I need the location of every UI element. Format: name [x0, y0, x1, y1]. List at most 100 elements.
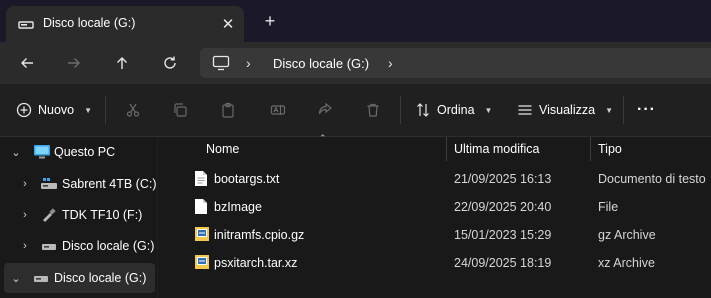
table-row[interactable]: psxitarch.tar.xz 24/09/2025 18:19 xz Arc…	[188, 249, 711, 277]
more-options-button[interactable]: ···	[637, 97, 656, 123]
sidebar-item-label: Disco locale (G:)	[62, 239, 155, 253]
cut-icon	[126, 103, 140, 117]
paste-button[interactable]	[217, 99, 239, 121]
column-header-type[interactable]: Tipo	[598, 137, 622, 161]
sidebar-item-label: Questo PC	[54, 145, 116, 159]
navigation-pane: ⌄ Questo PC › Sabrent 4TB (C:) › TDK TF1…	[0, 137, 157, 298]
arrow-up-icon	[117, 57, 127, 69]
arrow-right-icon	[68, 58, 80, 68]
arrow-left-icon	[21, 58, 33, 68]
column-resize-handle[interactable]	[590, 137, 591, 161]
column-resize-handle[interactable]	[446, 137, 447, 161]
address-bar[interactable]: › Disco locale (G:) ›	[200, 48, 711, 78]
rename-icon	[270, 105, 286, 115]
usb-drive-icon	[43, 208, 56, 222]
file-modified: 22/09/2025 20:40	[454, 200, 552, 214]
new-button[interactable]: Nuovo ▼	[16, 97, 92, 123]
computer-icon	[34, 145, 50, 159]
drive-icon	[18, 21, 34, 29]
sidebar-item-tdk[interactable]: › TDK TF10 (F:)	[4, 200, 155, 230]
text-file-icon	[195, 171, 207, 186]
refresh-button[interactable]	[157, 51, 183, 75]
plus-icon: +	[264, 10, 276, 31]
forward-button[interactable]	[61, 51, 87, 75]
chevron-right-icon[interactable]: ›	[19, 178, 31, 190]
chevron-down-icon[interactable]: ⌄	[10, 272, 22, 285]
chevron-right-icon[interactable]: ›	[19, 209, 31, 221]
file-name: psxitarch.tar.xz	[214, 256, 298, 270]
chevron-right-icon[interactable]: ›	[19, 240, 31, 252]
title-bar: Disco locale (G:) ✕ +	[0, 0, 711, 42]
copy-icon	[174, 103, 187, 117]
copy-button[interactable]	[169, 99, 191, 121]
chevron-down-icon: ▼	[84, 105, 93, 115]
close-tab-button[interactable]: ✕	[218, 14, 238, 34]
refresh-icon	[164, 56, 176, 69]
view-button[interactable]: Visualizza ▼	[517, 97, 613, 123]
toolbar-divider	[623, 96, 624, 124]
breadcrumb-disco-locale[interactable]: Disco locale (G:)	[273, 56, 369, 71]
share-icon	[318, 102, 332, 115]
breadcrumb-expand[interactable]: ›	[388, 55, 393, 71]
file-type: gz Archive	[598, 228, 656, 242]
file-modified: 15/01/2023 15:29	[454, 228, 552, 242]
new-button-label: Nuovo	[38, 103, 75, 117]
close-icon: ✕	[221, 16, 235, 33]
view-button-label: Visualizza	[539, 103, 596, 117]
computer-icon	[212, 55, 230, 71]
system-drive-icon	[41, 178, 57, 189]
add-circle-icon	[16, 102, 32, 118]
view-list-icon	[518, 105, 532, 115]
chevron-down-icon: ▼	[605, 105, 613, 115]
sidebar-item-disco-locale[interactable]: › Disco locale (G:)	[4, 231, 155, 261]
column-header-name[interactable]: Nome	[206, 137, 239, 161]
navigation-bar: › Disco locale (G:) ›	[0, 42, 711, 84]
toolbar-divider	[400, 96, 401, 124]
breadcrumb-separator[interactable]: ›	[246, 55, 251, 71]
chevron-down-icon: ▼	[484, 105, 493, 115]
new-tab-button[interactable]: +	[259, 10, 281, 32]
rename-button[interactable]	[267, 99, 289, 121]
table-row[interactable]: bootargs.txt 21/09/2025 16:13 Documento …	[188, 165, 711, 193]
table-row[interactable]: initramfs.cpio.gz 15/01/2023 15:29 gz Ar…	[188, 221, 711, 249]
file-name: initramfs.cpio.gz	[214, 228, 305, 242]
file-name: bootargs.txt	[214, 172, 280, 186]
file-list: ⌃ Nome Ultima modifica Tipo bootargs.txt…	[158, 133, 711, 298]
cut-button[interactable]	[122, 99, 144, 121]
tab-title: Disco locale (G:)	[43, 16, 136, 30]
paste-icon	[222, 102, 234, 118]
sidebar-item-disco-locale-selected[interactable]: ⌄ Disco locale (G:)	[4, 263, 155, 293]
file-modified: 24/09/2025 18:19	[454, 256, 552, 270]
share-button[interactable]	[314, 99, 336, 121]
back-button[interactable]	[14, 51, 40, 75]
sidebar-item-questo-pc[interactable]: ⌄ Questo PC	[4, 137, 155, 167]
file-type: xz Archive	[598, 256, 655, 270]
file-type: File	[598, 200, 619, 214]
toolbar-divider	[105, 96, 106, 124]
sort-icon	[417, 103, 429, 117]
delete-icon	[367, 103, 379, 117]
drive-icon	[42, 244, 56, 250]
sidebar-item-label: Sabrent 4TB (C:)	[62, 177, 157, 191]
tab-disco-locale[interactable]: Disco locale (G:) ✕	[6, 6, 244, 42]
delete-button[interactable]	[362, 99, 384, 121]
sort-button-label: Ordina	[437, 103, 475, 117]
sort-ascending-icon: ⌃	[319, 133, 327, 143]
sort-button[interactable]: Ordina ▼	[415, 97, 492, 123]
file-icon	[195, 199, 207, 214]
chevron-down-icon[interactable]: ⌄	[10, 146, 22, 159]
more-icon: ···	[637, 101, 656, 118]
table-row[interactable]: bzImage 22/09/2025 20:40 File	[188, 193, 711, 221]
up-button[interactable]	[109, 51, 135, 75]
sidebar-item-label: TDK TF10 (F:)	[62, 208, 143, 222]
archive-icon	[195, 227, 209, 241]
command-bar: Nuovo ▼ Ordina ▼ Visualizza ▼ ···	[0, 84, 711, 137]
file-type: Documento di testo	[598, 172, 706, 186]
column-header-modified[interactable]: Ultima modifica	[454, 137, 539, 161]
file-name: bzImage	[214, 200, 262, 214]
file-modified: 21/09/2025 16:13	[454, 172, 552, 186]
archive-icon	[195, 255, 209, 269]
sidebar-item-label: Disco locale (G:)	[54, 271, 147, 285]
sidebar-item-sabrent[interactable]: › Sabrent 4TB (C:)	[4, 169, 157, 199]
drive-icon	[34, 276, 48, 282]
